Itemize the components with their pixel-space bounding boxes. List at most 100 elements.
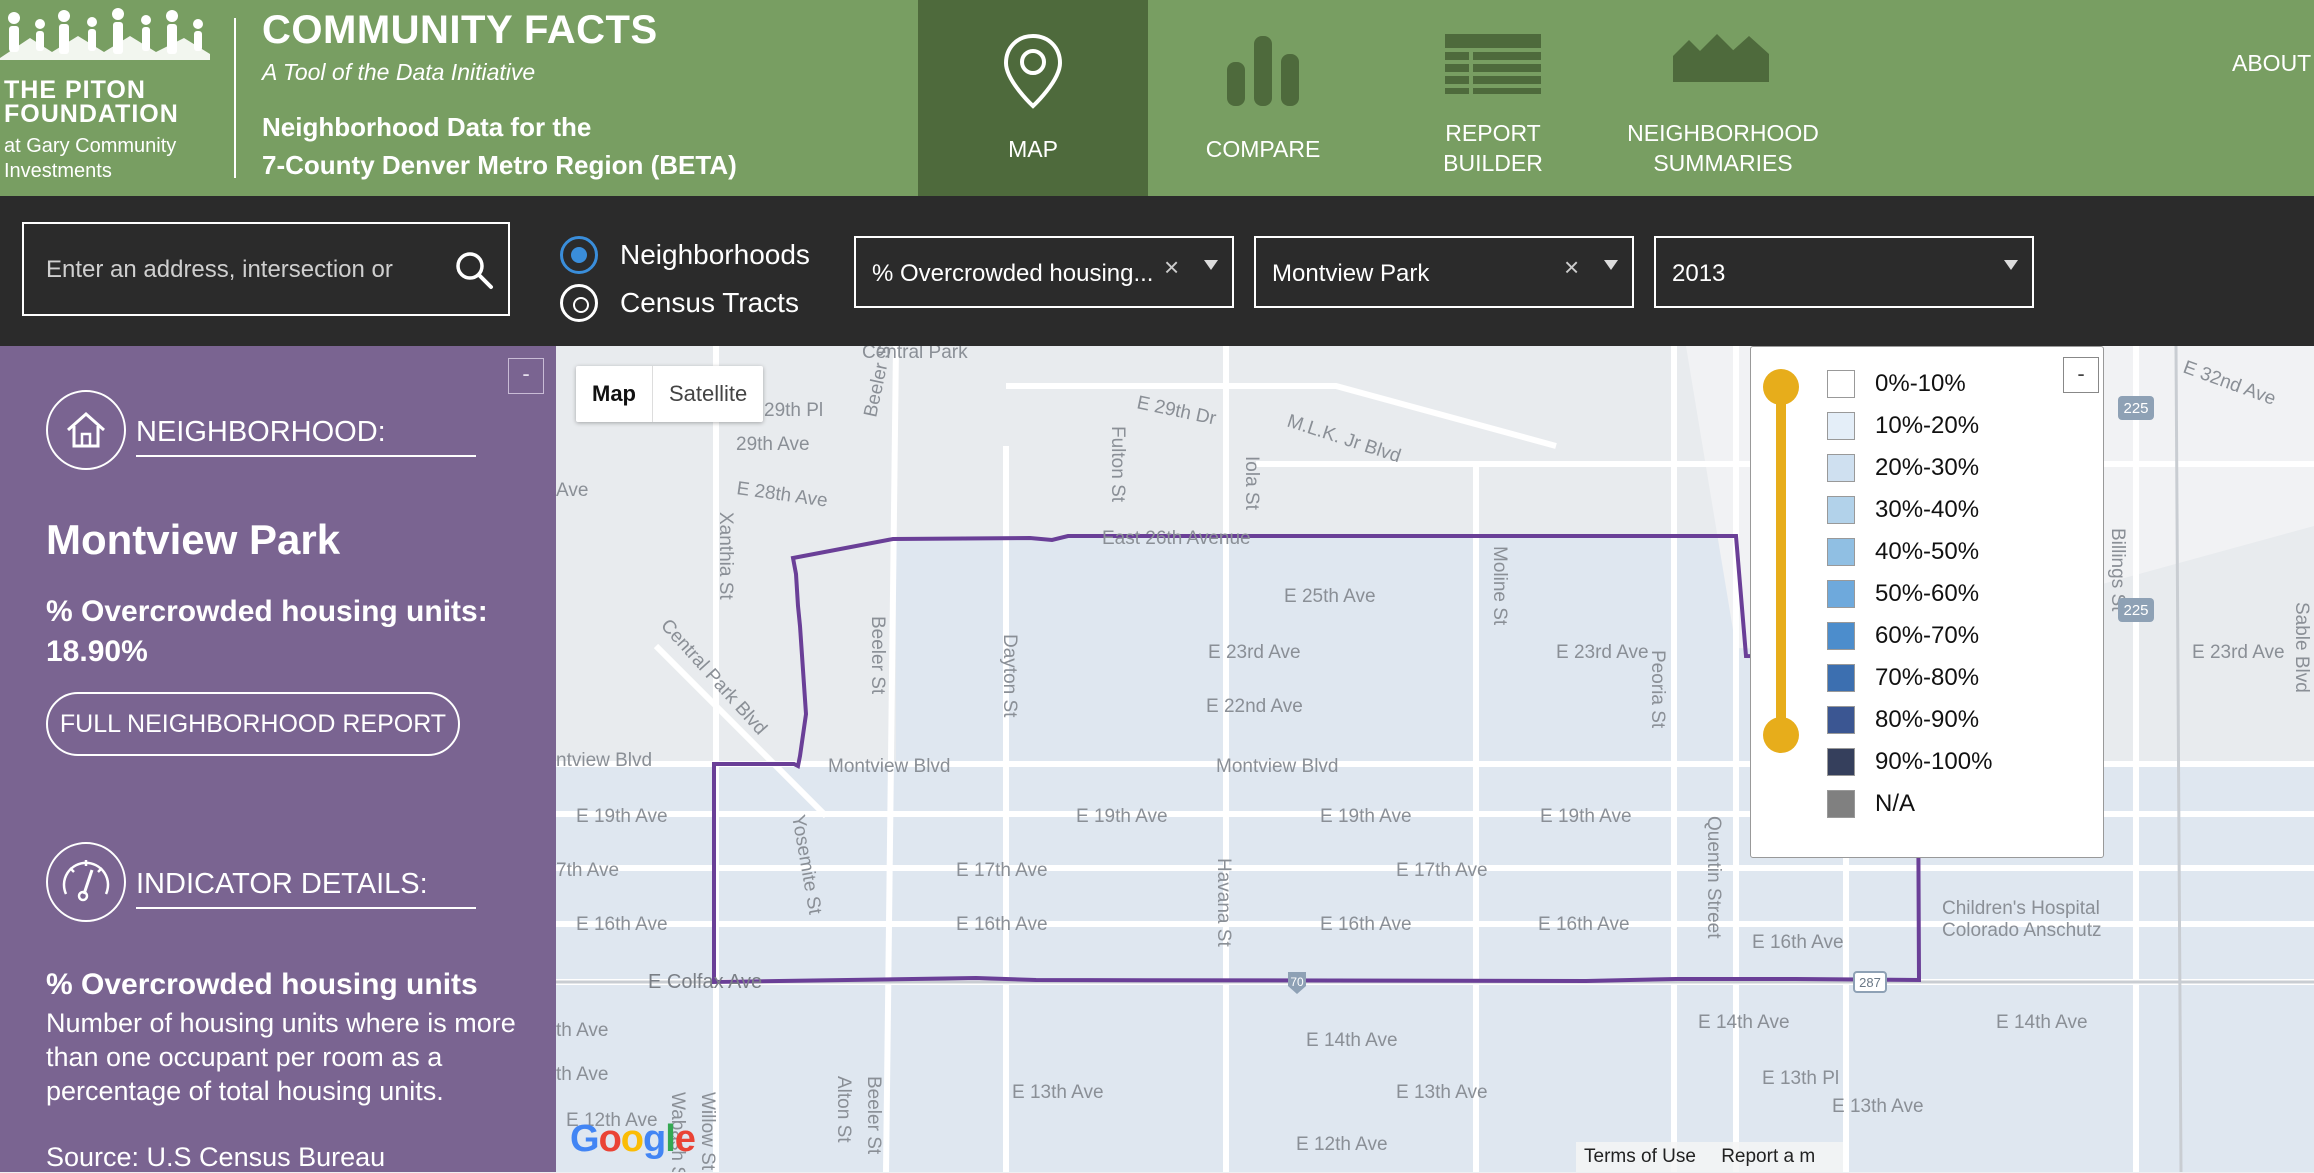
street-label: Sable Blvd <box>2291 602 2312 693</box>
home-icon <box>46 390 126 470</box>
full-report-button[interactable]: FULL NEIGHBORHOOD REPORT <box>46 692 460 756</box>
nav-tab-compare[interactable]: COMPARE <box>1148 0 1378 196</box>
nav-tab-map[interactable]: MAP <box>918 0 1148 196</box>
street-label: E 16th Ave <box>1752 932 1844 953</box>
legend-label: 10%-20% <box>1875 412 1980 439</box>
table-icon <box>1445 34 1541 94</box>
radio-census-tracts[interactable]: Census Tracts <box>560 284 799 322</box>
street-label: East 26th Avenue <box>1102 528 1251 549</box>
neighborhood-name: Montview Park <box>46 516 341 563</box>
legend-swatch <box>1827 580 1855 608</box>
street-label: th Ave <box>556 1064 608 1085</box>
street-label: Alton St <box>833 1076 854 1143</box>
legend-label: 80%-90% <box>1875 706 1980 733</box>
radio-neighborhoods-label: Neighborhoods <box>620 239 810 270</box>
address-search-input[interactable] <box>44 248 444 292</box>
legend-item: 40%-50% <box>1827 537 1979 567</box>
chevron-down-icon[interactable] <box>1604 260 1618 270</box>
legend-swatch <box>1827 664 1855 692</box>
street-label: Iola St <box>1241 456 1262 511</box>
street-label: E 19th Ave <box>1540 806 1632 827</box>
map-legend: - 0%-10% 10%-20% 20%-30% 30%-40% 40%-50% 50%-… <box>1750 346 2104 858</box>
neighborhood-select[interactable]: Montview Park × <box>1254 236 1634 308</box>
street-label: th Ave <box>556 1020 608 1041</box>
legend-item: 10%-20% <box>1827 411 1979 441</box>
gauge-icon <box>46 842 126 922</box>
logo-divider <box>234 18 236 178</box>
nav-tab-report-builder[interactable]: REPORT BUILDER <box>1378 0 1608 196</box>
legend-swatch <box>1827 748 1855 776</box>
report-error-link[interactable]: Report a m <box>1721 1146 1815 1167</box>
search-icon[interactable] <box>454 250 494 290</box>
legend-item: 70%-80% <box>1827 663 1979 693</box>
app-tagline: A Tool of the Data Initiative <box>262 59 536 85</box>
street-label: Fulton St <box>1107 426 1128 503</box>
us-287-shield: 287 <box>1859 975 1881 990</box>
radio-selected-icon <box>560 236 598 274</box>
interstate-70-shield: 70 <box>1290 975 1304 989</box>
terms-of-use-link[interactable]: Terms of Use <box>1584 1146 1696 1167</box>
street-label: Havana St <box>1213 858 1234 947</box>
search-box[interactable] <box>22 222 510 316</box>
metric-label: % Overcrowded housing units: <box>46 595 488 628</box>
houses-icon <box>1673 34 1769 82</box>
street-label: Colorado Anschutz <box>1942 920 2102 941</box>
piton-logo[interactable]: THE PITON FOUNDATION at Gary Community I… <box>0 6 230 186</box>
chevron-down-icon[interactable] <box>1204 260 1218 270</box>
google-logo-letter: g <box>643 1118 666 1160</box>
map-view[interactable]: 29th Pl 29th Ave E 28th Ave E 29th Dr M.… <box>556 346 2314 1172</box>
legend-swatch <box>1827 454 1855 482</box>
clear-indicator-icon[interactable]: × <box>1164 252 1179 283</box>
radio-neighborhoods[interactable]: Neighborhoods <box>560 236 810 274</box>
indicator-description: Number of housing units where is more th… <box>46 1008 516 1106</box>
street-label: E 19th Ave <box>1320 806 1412 827</box>
street-label: 29th Ave <box>736 434 810 455</box>
legend-collapse-button[interactable]: - <box>2063 357 2099 393</box>
street-label: Willow St <box>697 1092 718 1171</box>
nav-tab-neighborhood-summaries[interactable]: NEIGHBORHOOD SUMMARIES <box>1608 0 1838 196</box>
logo-org-sub: at Gary Community Investments <box>4 135 177 182</box>
range-handle-high[interactable] <box>1763 717 1799 753</box>
panel-collapse-button[interactable]: - <box>508 358 544 394</box>
legend-label: 20%-30% <box>1875 454 1980 481</box>
brand-block: COMMUNITY FACTS A Tool of the Data Initi… <box>262 8 737 184</box>
range-handle-low[interactable] <box>1763 369 1799 405</box>
legend-label: 90%-100% <box>1875 748 1993 775</box>
chevron-down-icon[interactable] <box>2004 260 2018 270</box>
app-title: COMMUNITY FACTS <box>262 8 658 52</box>
legend-label: 60%-70% <box>1875 622 1980 649</box>
satellite-view-button[interactable]: Satellite <box>652 366 763 422</box>
google-logo-letter: e <box>674 1118 696 1160</box>
indicator-select[interactable]: % Overcrowded housing... × <box>854 236 1234 308</box>
street-label: Quentin Street <box>1703 816 1724 939</box>
google-logo-letter: l <box>665 1118 676 1160</box>
nav-about-link[interactable]: ABOUT <box>2232 50 2311 77</box>
google-logo[interactable]: Google <box>570 1118 696 1161</box>
nav-summaries-label: NEIGHBORHOOD SUMMARIES <box>1627 120 1819 176</box>
street-label: E Colfax Ave <box>648 971 762 993</box>
street-label: E 13th Ave <box>1396 1082 1488 1103</box>
legend-item: 50%-60% <box>1827 579 1979 609</box>
metric-value: 18.90% <box>46 635 148 668</box>
legend-item: 80%-90% <box>1827 705 1979 735</box>
legend-label: 50%-60% <box>1875 580 1980 607</box>
nav-compare-label: COMPARE <box>1205 136 1321 162</box>
street-label: Children's Hospital <box>1942 898 2100 919</box>
map-type-control: Map Satellite <box>576 366 764 422</box>
street-label: 29th Pl <box>764 400 823 421</box>
legend-item: N/A <box>1827 789 1915 819</box>
neighborhood-select-value: Montview Park <box>1272 260 1430 287</box>
map-pin-icon <box>1003 33 1063 109</box>
legend-swatch <box>1827 412 1855 440</box>
street-label: E 19th Ave <box>1076 806 1168 827</box>
year-select[interactable]: 2013 <box>1654 236 2034 308</box>
interstate-225-shield: 225 <box>2123 400 2148 417</box>
street-label: E 17th Ave <box>956 860 1048 881</box>
street-label: Peoria St <box>1647 650 1668 729</box>
street-label: E 14th Ave <box>1306 1030 1398 1051</box>
legend-range-slider[interactable] <box>1761 365 1801 757</box>
clear-neighborhood-icon[interactable]: × <box>1564 252 1579 283</box>
map-view-button[interactable]: Map <box>576 366 652 422</box>
street-label: E 12th Ave <box>1296 1134 1388 1155</box>
street-label: Ave <box>556 480 588 501</box>
